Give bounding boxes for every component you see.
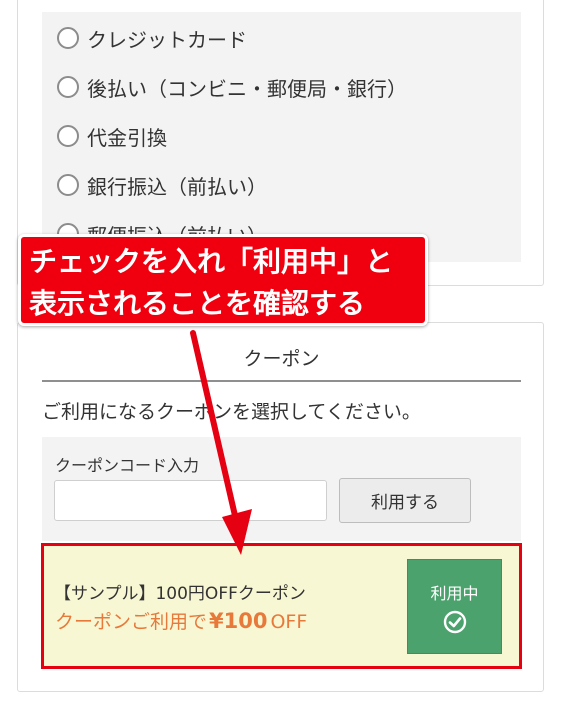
- payment-option-label: クレジットカード: [87, 27, 247, 52]
- payment-option-cod[interactable]: 代金引換: [57, 121, 167, 151]
- apply-coupon-button[interactable]: 利用する: [339, 478, 471, 523]
- annotation-line-1: チェックを入れ「利用中」と: [29, 245, 394, 278]
- radio-button[interactable]: [57, 27, 79, 49]
- coupon-code-input[interactable]: [54, 480, 327, 521]
- radio-button[interactable]: [57, 174, 79, 196]
- radio-button[interactable]: [57, 125, 79, 147]
- payment-option-label: 代金引換: [87, 125, 167, 150]
- radio-button[interactable]: [57, 76, 79, 98]
- discount-prefix: クーポンご利用で: [55, 611, 208, 633]
- coupon-item-name: 【サンプル】100円OFFクーポン: [54, 584, 306, 604]
- coupon-discount-text: クーポンご利用で ¥100 OFF: [55, 607, 307, 634]
- payment-option-label: 銀行振込（前払い）: [87, 174, 267, 199]
- check-circle-icon: [443, 610, 466, 633]
- payment-option-bank-transfer[interactable]: 銀行振込（前払い）: [57, 170, 267, 200]
- annotation-callout: チェックを入れ「利用中」と 表示されることを確認する: [18, 234, 428, 326]
- discount-suffix: OFF: [270, 611, 308, 633]
- coupon-instruction: ご利用になるクーポンを選択してください。: [42, 401, 421, 423]
- coupon-code-label: クーポンコード入力: [55, 456, 200, 475]
- coupon-title-divider: [42, 380, 521, 382]
- coupon-section-title: クーポン: [243, 348, 320, 370]
- coupon-in-use-button[interactable]: 利用中: [407, 559, 502, 654]
- payment-option-credit-card[interactable]: クレジットカード: [57, 23, 247, 53]
- discount-amount: ¥100: [209, 609, 268, 633]
- annotation-line-2: 表示されることを確認する: [29, 287, 366, 320]
- payment-option-label: 後払い（コンビニ・郵便局・銀行）: [87, 76, 407, 101]
- coupon-in-use-label: 利用中: [430, 583, 479, 603]
- payment-options-panel: クレジットカード 後払い（コンビニ・郵便局・銀行） 代金引換 銀行振込（前払い）…: [42, 12, 521, 262]
- payment-option-deferred[interactable]: 後払い（コンビニ・郵便局・銀行）: [57, 72, 407, 102]
